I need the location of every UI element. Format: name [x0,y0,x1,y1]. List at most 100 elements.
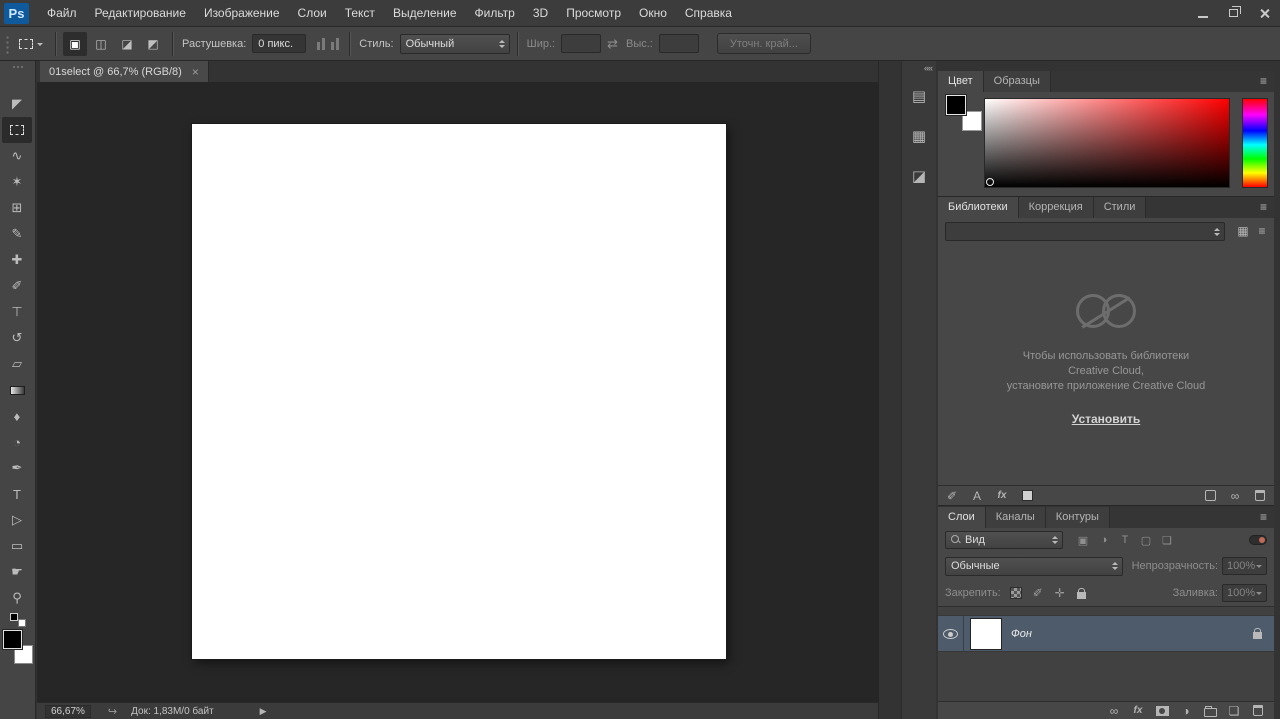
page-flip-icon[interactable]: ↪ [108,705,117,718]
lock-transparency-icon[interactable] [1009,585,1023,601]
filter-toggle[interactable] [1249,535,1267,545]
color-picker-cursor[interactable] [986,178,994,186]
shape-tool[interactable]: ▭ [2,533,32,559]
layer-row-background[interactable]: Фон [938,615,1274,652]
menu-item-4[interactable]: Текст [336,0,384,26]
add-char-style-icon[interactable]: А [970,488,984,504]
add-mask-icon[interactable] [1155,703,1169,719]
libraries-tab-2[interactable]: Стили [1094,197,1147,218]
menu-item-3[interactable]: Слои [289,0,336,26]
quick-selection-tool[interactable]: ✶ [2,169,32,195]
menu-item-10[interactable]: Справка [676,0,741,26]
filter-type-icon[interactable]: T [1118,532,1132,548]
style-select[interactable]: Обычный [400,34,510,54]
panel-menu-icon[interactable]: ≡ [1253,197,1274,218]
eyedropper-tool[interactable]: ✎ [2,221,32,247]
crop-tool[interactable]: ⊞ [2,195,32,221]
swap-dimensions-icon[interactable]: ⇄ [607,36,618,52]
lock-pixels-icon[interactable]: ✐ [1031,585,1045,601]
filter-shape-icon[interactable]: ▢ [1139,532,1153,548]
add-color-icon[interactable] [1020,488,1034,504]
layer-style-icon[interactable]: fx [1131,703,1145,719]
install-link[interactable]: Установить [1072,412,1141,426]
intersect-selection-mode[interactable]: ◩ [141,32,165,56]
minimize-button[interactable] [1187,0,1218,26]
adjustment-layer-icon[interactable]: ◑ [1179,703,1193,719]
add-layer-style-icon[interactable]: fx [995,488,1009,504]
delete-layer-icon[interactable] [1251,703,1265,719]
canvas-area[interactable] [37,82,878,702]
library-link-icon[interactable]: ∞ [1228,488,1242,504]
hue-slider[interactable] [1242,98,1268,188]
grid-view-icon[interactable]: ▦ [1236,223,1250,239]
pen-tool[interactable]: ✒ [2,455,32,481]
status-options-icon[interactable]: ▶ [260,706,267,717]
blur-tool[interactable]: ♦ [2,403,32,429]
layer-name[interactable]: Фон [1011,628,1032,640]
visibility-toggle[interactable] [938,616,964,651]
filter-adjustment-icon[interactable]: ◑ [1097,532,1111,548]
clone-stamp-tool[interactable]: ⊤ [2,299,32,325]
gradient-tool[interactable] [2,377,32,403]
libraries-tab-0[interactable]: Библиотеки [938,197,1019,218]
height-input[interactable] [659,34,699,53]
layer-filter-select[interactable]: Вид [945,531,1063,549]
color-tab-0[interactable]: Цвет [938,71,984,92]
foreground-color-swatch[interactable] [3,630,22,649]
brush-tool[interactable]: ✐ [2,273,32,299]
menu-item-5[interactable]: Выделение [384,0,466,26]
zoom-level-field[interactable]: 66,67% [45,705,91,718]
lock-all-icon[interactable] [1075,585,1089,601]
layers-tab-0[interactable]: Слои [938,507,986,528]
filter-image-icon[interactable]: ▣ [1076,532,1090,548]
color-tab-1[interactable]: Образцы [984,71,1051,92]
new-selection-mode[interactable]: ▣ [63,32,87,56]
list-view-icon[interactable]: ≡ [1255,223,1269,239]
width-input[interactable] [561,34,601,53]
history-panel-icon[interactable]: ▤ [906,85,932,107]
menu-item-7[interactable]: 3D [524,0,557,26]
rect-marquee-tool[interactable] [2,117,32,143]
blend-mode-select[interactable]: Обычные [945,557,1123,576]
layer-thumbnail[interactable] [971,619,1001,649]
healing-brush-tool[interactable]: ✚ [2,247,32,273]
layers-tab-2[interactable]: Контуры [1046,507,1110,528]
foreground-color-swatch[interactable] [946,95,966,115]
filter-smart-icon[interactable]: ❏ [1160,532,1174,548]
history-brush-tool[interactable]: ↺ [2,325,32,351]
document-tab[interactable]: 01select @ 66,7% (RGB/8) × [40,61,209,82]
tab-close-icon[interactable]: × [192,65,199,79]
subtract-selection-mode[interactable]: ◪ [115,32,139,56]
type-tool[interactable]: T [2,481,32,507]
document-canvas[interactable] [192,124,726,659]
eraser-tool[interactable]: ▱ [2,351,32,377]
panel-color-swatches[interactable] [946,95,982,131]
link-layers-icon[interactable]: ∞ [1107,703,1121,719]
color-spectrum-box[interactable] [984,98,1230,188]
panel-menu-icon[interactable]: ≡ [1253,71,1274,92]
dodge-tool[interactable]: ◔ [2,429,32,455]
refine-edge-button[interactable]: Уточн. край... [717,33,811,54]
close-button[interactable] [1249,0,1280,26]
menu-item-2[interactable]: Изображение [195,0,289,26]
library-search-select[interactable] [945,222,1225,241]
menu-item-8[interactable]: Просмотр [557,0,630,26]
move-tool[interactable]: ◤ [2,91,32,117]
hand-tool[interactable]: ☛ [2,559,32,585]
foreground-background-swatches[interactable] [3,630,33,664]
menu-item-6[interactable]: Фильтр [466,0,524,26]
new-layer-icon[interactable]: ❏ [1227,703,1241,719]
menu-item-9[interactable]: Окно [630,0,676,26]
library-badge-icon[interactable] [1203,488,1217,504]
menu-item-0[interactable]: Файл [38,0,86,26]
library-delete-icon[interactable] [1253,488,1267,504]
lock-position-icon[interactable]: ✛ [1053,585,1067,601]
default-colors-icon[interactable] [10,613,26,627]
collapse-panels-button[interactable]: «« [902,61,936,76]
restore-button[interactable] [1218,0,1249,26]
tool-preset-button[interactable] [14,36,48,52]
add-graphic-icon[interactable]: ✐ [945,488,959,504]
lasso-tool[interactable]: ∿ [2,143,32,169]
libraries-tab-1[interactable]: Коррекция [1019,197,1094,218]
panel-menu-icon[interactable]: ≡ [1253,507,1274,528]
